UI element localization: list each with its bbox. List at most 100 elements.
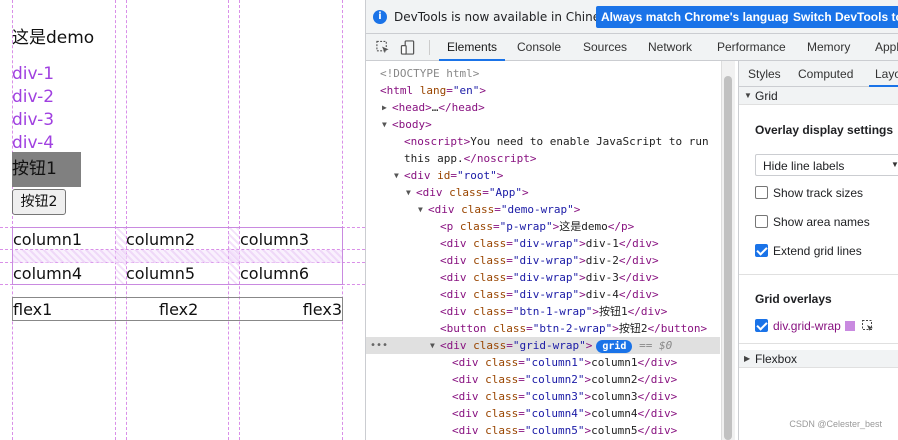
grid-cell: column3 bbox=[240, 230, 310, 249]
dom-node-code: <div class="demo-wrap"> bbox=[428, 203, 581, 216]
expand-triangle-icon[interactable]: ▼ bbox=[418, 201, 423, 218]
tab-application[interactable]: Appl bbox=[875, 34, 898, 61]
tab-styles[interactable]: Styles bbox=[748, 61, 781, 87]
grid-line bbox=[228, 0, 229, 440]
chevron-down-icon: ▼ bbox=[744, 91, 752, 100]
dom-node-line[interactable]: <html lang="en"> bbox=[366, 82, 720, 99]
dom-node-line[interactable]: <div class="div-wrap">div-1</div> bbox=[366, 235, 720, 252]
dom-node-line[interactable]: <div class="div-wrap">div-2</div> bbox=[366, 252, 720, 269]
dom-node-code: <div class="App"> bbox=[416, 186, 529, 199]
flex-item: flex1 bbox=[13, 300, 53, 319]
dom-node-line[interactable]: <div class="column2">column2</div> bbox=[366, 371, 720, 388]
checkbox-label: Show area names bbox=[773, 215, 870, 229]
checkbox[interactable] bbox=[755, 186, 768, 199]
dom-node-line[interactable]: <div class="column1">column1</div> bbox=[366, 354, 720, 371]
checkbox[interactable] bbox=[755, 215, 768, 228]
dom-node-code: <html lang="en"> bbox=[380, 84, 486, 97]
dom-node-line[interactable]: ▼ <body> bbox=[366, 116, 720, 133]
expand-triangle-icon[interactable]: ▼ bbox=[406, 184, 411, 201]
checkbox-label: Show track sizes bbox=[773, 186, 864, 200]
dom-node-code: <!DOCTYPE html> bbox=[380, 67, 480, 80]
dom-node-code: <div class="div-wrap">div-3</div> bbox=[440, 271, 659, 284]
devtools-toolbar: Elements Console Sources Network Perform… bbox=[366, 34, 898, 61]
grid-overlays-title: Grid overlays bbox=[755, 292, 832, 306]
grid-section-label: Grid bbox=[755, 89, 778, 103]
elements-scroll-thumb[interactable] bbox=[724, 76, 732, 440]
tab-console[interactable]: Console bbox=[517, 34, 561, 61]
dom-node-code: <p class="p-wrap">这是demo</p> bbox=[440, 220, 635, 233]
div-item: div-1 bbox=[12, 64, 55, 84]
checkbox-checked[interactable] bbox=[755, 319, 768, 332]
sidebar-tabs: Styles Computed Layo bbox=[739, 61, 898, 87]
checkbox-checked[interactable] bbox=[755, 244, 768, 257]
expand-triangle-icon[interactable]: ▼ bbox=[394, 167, 399, 184]
collapse-triangle-icon[interactable]: ▶ bbox=[382, 99, 387, 116]
dom-node-code: <div class="grid-wrap"> grid == $0 bbox=[440, 339, 673, 353]
grid-cell: column1 bbox=[13, 230, 83, 249]
grid-cell: column4 bbox=[13, 264, 83, 283]
highlight-element-icon[interactable] bbox=[861, 319, 875, 333]
tab-elements[interactable]: Elements bbox=[438, 34, 506, 61]
line-labels-select[interactable]: Hide line labels ▼ bbox=[755, 154, 898, 176]
expand-triangle-icon[interactable]: ▼ bbox=[430, 337, 435, 354]
grid-overlay-item[interactable]: div.grid-wrap bbox=[755, 318, 895, 334]
match-language-button[interactable]: Always match Chrome's language bbox=[596, 6, 801, 28]
info-icon: i bbox=[373, 10, 387, 24]
flex-wrap: flex1 flex2 flex3 bbox=[12, 297, 343, 321]
overlay-color-swatch[interactable] bbox=[845, 321, 855, 331]
flexbox-section-header[interactable]: ▶ Flexbox bbox=[739, 350, 898, 368]
dom-node-line[interactable]: <div class="div-wrap">div-4</div> bbox=[366, 286, 720, 303]
tab-computed[interactable]: Computed bbox=[798, 61, 853, 87]
flexbox-section-label: Flexbox bbox=[755, 352, 798, 366]
dom-node-line[interactable]: <div class="column5">column5</div> bbox=[366, 422, 720, 439]
dom-node-code: <button class="btn-2-wrap">按钮2</button> bbox=[440, 322, 708, 335]
dom-node-line[interactable]: ▼ <div id="root"> bbox=[366, 167, 720, 184]
toolbar-separator bbox=[429, 40, 430, 55]
inspect-element-icon[interactable] bbox=[375, 40, 391, 55]
checkbox-label: Extend grid lines bbox=[773, 244, 862, 258]
button-2[interactable]: 按钮2 bbox=[12, 189, 66, 215]
watermark: CSDN @Celester_best bbox=[789, 419, 882, 429]
grid-cell: column6 bbox=[240, 264, 310, 283]
tab-layout[interactable]: Layo bbox=[868, 61, 898, 87]
dom-node-line[interactable]: ▶ <head>…</head> bbox=[366, 99, 720, 116]
overlay-settings-title: Overlay display settings bbox=[755, 123, 894, 137]
chevron-right-icon: ▶ bbox=[744, 354, 751, 363]
dom-node-line[interactable]: <button class="btn-2-wrap">按钮2</button> bbox=[366, 320, 720, 337]
switch-language-button[interactable]: Switch DevTools to bbox=[788, 6, 898, 28]
dom-node-code: <div class="div-wrap">div-2</div> bbox=[440, 254, 659, 267]
dom-node-line[interactable]: <div class="column4">column4</div> bbox=[366, 405, 720, 422]
dom-node-line[interactable]: ▼ <div class="demo-wrap"> bbox=[366, 201, 720, 218]
tab-network[interactable]: Network bbox=[648, 34, 692, 61]
dom-node-line[interactable]: <div class="column3">column3</div> bbox=[366, 388, 720, 405]
dom-node-line[interactable]: <noscript>You need to enable JavaScript … bbox=[366, 133, 720, 150]
overlay-element-name: div.grid-wrap bbox=[773, 319, 841, 333]
dom-node-code: <div class="btn-1-wrap">按钮1</div> bbox=[440, 305, 668, 318]
select-value: Hide line labels bbox=[763, 159, 845, 173]
dom-node-line[interactable]: <!DOCTYPE html> bbox=[366, 65, 720, 82]
tab-memory[interactable]: Memory bbox=[807, 34, 850, 61]
device-toolbar-icon[interactable] bbox=[400, 40, 416, 55]
grid-cell: column5 bbox=[126, 264, 196, 283]
grid-line bbox=[239, 0, 240, 440]
button-1[interactable]: 按钮1 bbox=[12, 152, 81, 187]
divider bbox=[739, 274, 898, 275]
devtools-panel: i DevTools is now available in Chinese! … bbox=[365, 0, 898, 440]
grid-wrap: column1 column2 column3 column4 column5 … bbox=[12, 227, 343, 285]
dom-node-code: <body> bbox=[392, 118, 432, 131]
expand-triangle-icon[interactable]: ▼ bbox=[382, 116, 387, 133]
div-item: div-3 bbox=[12, 110, 55, 130]
dom-node-line[interactable]: ▼ <div class="App"> bbox=[366, 184, 720, 201]
tab-sources[interactable]: Sources bbox=[583, 34, 627, 61]
dom-node-line[interactable]: ••• ▼ <div class="grid-wrap"> grid == $0 bbox=[366, 337, 720, 354]
dom-node-line[interactable]: <div class="div-wrap">div-3</div> bbox=[366, 269, 720, 286]
dom-node-code: <div class="column2">column2</div> bbox=[452, 373, 678, 386]
grid-section-header[interactable]: ▼ Grid bbox=[739, 87, 898, 105]
more-options-icon[interactable]: ••• bbox=[370, 337, 388, 354]
tab-performance[interactable]: Performance bbox=[717, 34, 786, 61]
dom-node-line[interactable]: <p class="p-wrap">这是demo</p> bbox=[366, 218, 720, 235]
divider bbox=[739, 343, 898, 344]
dom-node-line[interactable]: <div class="btn-1-wrap">按钮1</div> bbox=[366, 303, 720, 320]
dom-node-line[interactable]: this app.</noscript> bbox=[366, 150, 720, 167]
grid-gap bbox=[13, 250, 342, 263]
